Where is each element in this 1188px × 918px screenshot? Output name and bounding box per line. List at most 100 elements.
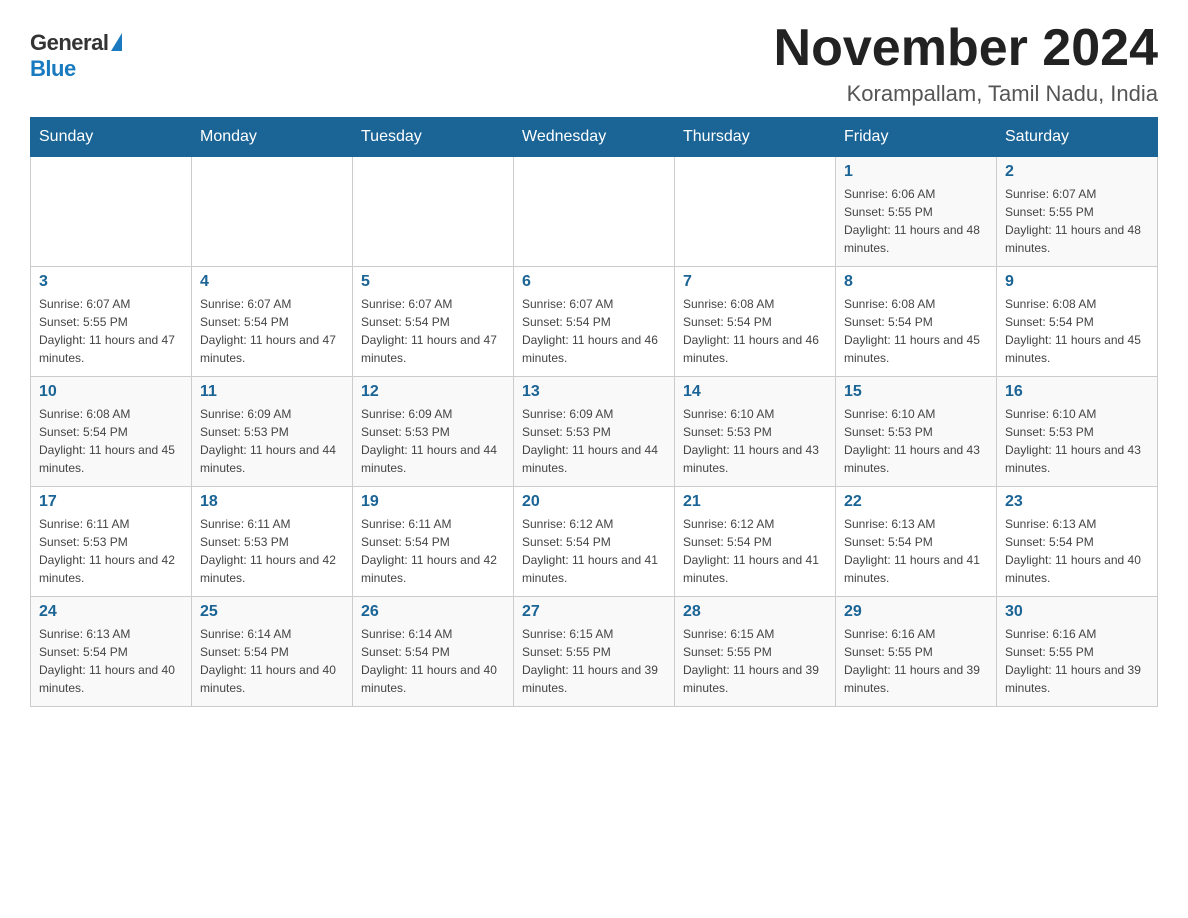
calendar-cell: 29Sunrise: 6:16 AMSunset: 5:55 PMDayligh… [836, 597, 997, 707]
calendar-cell: 15 Sunrise: 6:10 AMSunset: 5:53 PMDayligh… [836, 377, 997, 487]
day-info: Sunrise: 6:09 AMSunset: 5:53 PMDaylight:… [200, 405, 344, 477]
day-info: Sunrise: 6:15 AMSunset: 5:55 PMDaylight:… [683, 625, 827, 697]
calendar-cell: 23Sunrise: 6:13 AMSunset: 5:54 PMDayligh… [997, 487, 1158, 597]
calendar-cell: 26 Sunrise: 6:14 AMSunset: 5:54 PMDayligh… [353, 597, 514, 707]
day-info: Sunrise: 6:14 AMSunset: 5:54 PMDaylight:… [200, 625, 344, 697]
day-number: 9 [1005, 273, 1149, 291]
header-friday: Friday [836, 118, 997, 157]
day-info: Sunrise: 6:07 AMSunset: 5:54 PMDaylight:… [361, 295, 505, 367]
calendar-cell: 11 Sunrise: 6:09 AMSunset: 5:53 PMDayligh… [192, 377, 353, 487]
calendar-cell: 1Sunrise: 6:06 AMSunset: 5:55 PMDaylight… [836, 157, 997, 267]
day-number: 13 [522, 383, 666, 401]
calendar-cell: 2 Sunrise: 6:07 AMSunset: 5:55 PMDaylight… [997, 157, 1158, 267]
calendar-cell: 21Sunrise: 6:12 AMSunset: 5:54 PMDayligh… [675, 487, 836, 597]
header-saturday: Saturday [997, 118, 1158, 157]
day-info: Sunrise: 6:08 AMSunset: 5:54 PMDaylight:… [39, 405, 183, 477]
header-sunday: Sunday [31, 118, 192, 157]
calendar-cell: 10Sunrise: 6:08 AMSunset: 5:54 PMDayligh… [31, 377, 192, 487]
calendar-cell: 3 Sunrise: 6:07 AMSunset: 5:55 PMDaylight… [31, 267, 192, 377]
calendar-week-2: 3 Sunrise: 6:07 AMSunset: 5:55 PMDaylight… [31, 267, 1158, 377]
day-info: Sunrise: 6:08 AMSunset: 5:54 PMDaylight:… [1005, 295, 1149, 367]
calendar-cell: 7Sunrise: 6:08 AMSunset: 5:54 PMDaylight… [675, 267, 836, 377]
calendar-cell: 14 Sunrise: 6:10 AMSunset: 5:53 PMDayligh… [675, 377, 836, 487]
month-title: November 2024 [774, 20, 1158, 77]
day-info: Sunrise: 6:13 AMSunset: 5:54 PMDaylight:… [39, 625, 183, 697]
day-number: 17 [39, 493, 183, 511]
calendar-cell: 19Sunrise: 6:11 AMSunset: 5:54 PMDayligh… [353, 487, 514, 597]
calendar-cell: 5 Sunrise: 6:07 AMSunset: 5:54 PMDaylight… [353, 267, 514, 377]
calendar-week-1: 1Sunrise: 6:06 AMSunset: 5:55 PMDaylight… [31, 157, 1158, 267]
header-wednesday: Wednesday [514, 118, 675, 157]
day-number: 23 [1005, 493, 1149, 511]
logo-blue-text: Blue [30, 56, 76, 82]
day-info: Sunrise: 6:13 AMSunset: 5:54 PMDaylight:… [844, 515, 988, 587]
calendar-cell: 6Sunrise: 6:07 AMSunset: 5:54 PMDaylight… [514, 267, 675, 377]
calendar-cell: 30 Sunrise: 6:16 AMSunset: 5:55 PMDayligh… [997, 597, 1158, 707]
day-number: 12 [361, 383, 505, 401]
calendar-cell [514, 157, 675, 267]
day-info: Sunrise: 6:06 AMSunset: 5:55 PMDaylight:… [844, 185, 988, 257]
day-info: Sunrise: 6:10 AMSunset: 5:53 PMDaylight:… [1005, 405, 1149, 477]
logo-general-text: General [30, 30, 108, 56]
day-number: 15 [844, 383, 988, 401]
day-number: 2 [1005, 163, 1149, 181]
day-number: 4 [200, 273, 344, 291]
day-info: Sunrise: 6:07 AMSunset: 5:55 PMDaylight:… [39, 295, 183, 367]
calendar-cell: 24 Sunrise: 6:13 AMSunset: 5:54 PMDayligh… [31, 597, 192, 707]
location-subtitle: Korampallam, Tamil Nadu, India [774, 81, 1158, 107]
calendar-cell: 20 Sunrise: 6:12 AMSunset: 5:54 PMDayligh… [514, 487, 675, 597]
header-monday: Monday [192, 118, 353, 157]
logo: General Blue [30, 30, 122, 82]
day-number: 11 [200, 383, 344, 401]
calendar-cell [192, 157, 353, 267]
calendar-cell [353, 157, 514, 267]
day-number: 27 [522, 603, 666, 621]
calendar-cell: 12 Sunrise: 6:09 AMSunset: 5:53 PMDayligh… [353, 377, 514, 487]
day-info: Sunrise: 6:14 AMSunset: 5:54 PMDaylight:… [361, 625, 505, 697]
calendar-week-3: 10Sunrise: 6:08 AMSunset: 5:54 PMDayligh… [31, 377, 1158, 487]
calendar-cell: 28 Sunrise: 6:15 AMSunset: 5:55 PMDayligh… [675, 597, 836, 707]
day-number: 16 [1005, 383, 1149, 401]
header-tuesday: Tuesday [353, 118, 514, 157]
day-number: 8 [844, 273, 988, 291]
day-number: 26 [361, 603, 505, 621]
title-block: November 2024 Korampallam, Tamil Nadu, I… [774, 20, 1158, 107]
calendar-cell [675, 157, 836, 267]
day-info: Sunrise: 6:16 AMSunset: 5:55 PMDaylight:… [1005, 625, 1149, 697]
day-number: 29 [844, 603, 988, 621]
logo-triangle-icon [111, 33, 122, 51]
calendar-cell: 16 Sunrise: 6:10 AMSunset: 5:53 PMDayligh… [997, 377, 1158, 487]
day-info: Sunrise: 6:11 AMSunset: 5:54 PMDaylight:… [361, 515, 505, 587]
calendar-cell [31, 157, 192, 267]
calendar-cell: 22 Sunrise: 6:13 AMSunset: 5:54 PMDayligh… [836, 487, 997, 597]
calendar-cell: 17 Sunrise: 6:11 AMSunset: 5:53 PMDayligh… [31, 487, 192, 597]
calendar-cell: 9 Sunrise: 6:08 AMSunset: 5:54 PMDaylight… [997, 267, 1158, 377]
page-header: General Blue November 2024 Korampallam, … [30, 20, 1158, 107]
day-number: 20 [522, 493, 666, 511]
day-number: 30 [1005, 603, 1149, 621]
day-number: 5 [361, 273, 505, 291]
day-info: Sunrise: 6:11 AMSunset: 5:53 PMDaylight:… [200, 515, 344, 587]
day-number: 24 [39, 603, 183, 621]
calendar-cell: 18Sunrise: 6:11 AMSunset: 5:53 PMDayligh… [192, 487, 353, 597]
header-thursday: Thursday [675, 118, 836, 157]
day-info: Sunrise: 6:07 AMSunset: 5:55 PMDaylight:… [1005, 185, 1149, 257]
day-number: 21 [683, 493, 827, 511]
day-info: Sunrise: 6:07 AMSunset: 5:54 PMDaylight:… [200, 295, 344, 367]
day-info: Sunrise: 6:07 AMSunset: 5:54 PMDaylight:… [522, 295, 666, 367]
calendar-week-4: 17 Sunrise: 6:11 AMSunset: 5:53 PMDayligh… [31, 487, 1158, 597]
day-number: 14 [683, 383, 827, 401]
calendar-cell: 8 Sunrise: 6:08 AMSunset: 5:54 PMDaylight… [836, 267, 997, 377]
day-number: 28 [683, 603, 827, 621]
day-info: Sunrise: 6:09 AMSunset: 5:53 PMDaylight:… [522, 405, 666, 477]
day-info: Sunrise: 6:10 AMSunset: 5:53 PMDaylight:… [683, 405, 827, 477]
day-info: Sunrise: 6:08 AMSunset: 5:54 PMDaylight:… [844, 295, 988, 367]
day-number: 3 [39, 273, 183, 291]
day-number: 22 [844, 493, 988, 511]
calendar-week-5: 24 Sunrise: 6:13 AMSunset: 5:54 PMDayligh… [31, 597, 1158, 707]
day-info: Sunrise: 6:10 AMSunset: 5:53 PMDaylight:… [844, 405, 988, 477]
day-info: Sunrise: 6:09 AMSunset: 5:53 PMDaylight:… [361, 405, 505, 477]
day-info: Sunrise: 6:11 AMSunset: 5:53 PMDaylight:… [39, 515, 183, 587]
day-info: Sunrise: 6:12 AMSunset: 5:54 PMDaylight:… [522, 515, 666, 587]
day-info: Sunrise: 6:08 AMSunset: 5:54 PMDaylight:… [683, 295, 827, 367]
